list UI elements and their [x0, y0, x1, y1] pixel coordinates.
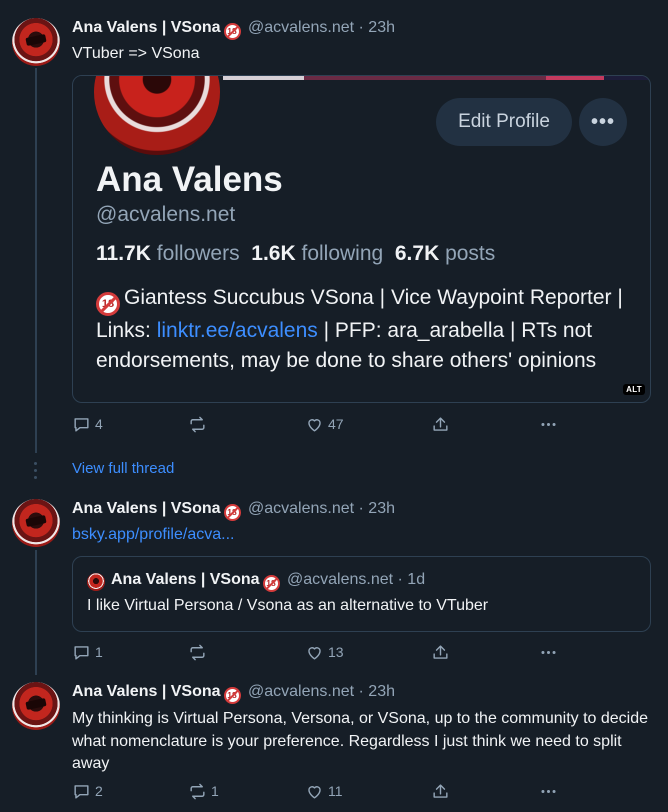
avatar[interactable]: [12, 682, 60, 730]
quote-header: Ana Valens | VSona 18 @acvalens.net · 1d: [111, 571, 425, 592]
profile-embed-card[interactable]: Edit Profile ••• Ana Valens @acvalens.ne…: [72, 75, 651, 403]
adult-content-icon: 18: [223, 504, 241, 521]
more-icon: [541, 422, 556, 426]
avatar[interactable]: [12, 499, 60, 547]
quote-author-name: Ana Valens | VSona: [111, 571, 260, 588]
post-link[interactable]: bsky.app/profile/acva...: [72, 524, 650, 547]
adult-content-icon: 18: [96, 292, 120, 316]
post-header: Ana Valens | VSona 18 @acvalens.net · 23h…: [72, 18, 650, 66]
repost-count: 1: [211, 783, 219, 799]
posts-label: posts: [445, 242, 496, 265]
profile-bio: 18 Giantess Succubus VSona | Vice Waypoin…: [96, 283, 631, 375]
author-name[interactable]: Ana Valens | VSona: [72, 500, 221, 517]
reply-button[interactable]: 4: [72, 413, 103, 435]
thread-line: [35, 550, 37, 675]
heart-icon: [308, 785, 321, 799]
more-options-icon: •••: [579, 98, 627, 146]
post-header: Ana Valens | VSona 18 @acvalens.net · 23h…: [72, 682, 650, 776]
edit-profile-button: Edit Profile: [436, 98, 572, 146]
share-icon: [433, 416, 448, 431]
share-button[interactable]: [431, 780, 450, 802]
reply-count: 4: [95, 416, 103, 432]
more-button[interactable]: [539, 780, 558, 802]
avatar[interactable]: [12, 18, 60, 66]
thread-line: [35, 68, 37, 453]
reply-count: 1: [95, 644, 103, 660]
like-count: 47: [328, 416, 344, 432]
profile-display-name: Ana Valens: [96, 160, 283, 199]
post-actions: 2 1 11: [72, 780, 562, 802]
reply-icon: [74, 645, 89, 660]
author-name[interactable]: Ana Valens | VSona: [72, 19, 221, 36]
post-actions: 1 13: [72, 641, 562, 663]
share-button[interactable]: [431, 413, 450, 435]
share-icon: [433, 783, 448, 798]
share-button[interactable]: [431, 641, 450, 663]
reply-button[interactable]: 1: [72, 641, 103, 663]
heart-icon: [308, 646, 321, 660]
quote-time: · 1d: [397, 571, 426, 588]
reply-icon: [74, 417, 89, 432]
profile-handle: @acvalens.net: [96, 203, 236, 226]
post-text: My thinking is Virtual Persona, Versona,…: [72, 710, 649, 772]
like-button[interactable]: 47: [305, 413, 344, 435]
author-name[interactable]: Ana Valens | VSona: [72, 683, 221, 700]
following-label: following: [301, 242, 384, 265]
repost-button[interactable]: 1: [188, 780, 219, 802]
profile-avatar: [91, 76, 223, 158]
reply-icon: [74, 784, 89, 799]
profile-stats: 11.7K followers 1.6K following 6.7K post…: [96, 242, 495, 266]
adult-content-icon: 18: [262, 575, 280, 592]
like-button[interactable]: 11: [305, 780, 343, 802]
repost-icon: [190, 644, 205, 660]
post-text: VTuber => VSona: [72, 45, 200, 62]
post-time[interactable]: · 23h: [359, 19, 395, 36]
reply-count: 2: [95, 783, 103, 799]
like-count: 13: [328, 644, 344, 660]
repost-button[interactable]: [188, 413, 211, 435]
like-button[interactable]: 13: [305, 641, 344, 663]
bio-link: linktr.ee/acvalens: [156, 319, 318, 342]
view-full-thread-link[interactable]: View full thread: [72, 460, 174, 477]
adult-content-icon: 18: [223, 23, 241, 40]
followers-label: followers: [156, 242, 240, 265]
like-count: 11: [328, 783, 343, 799]
adult-content-icon: 18: [223, 687, 241, 704]
more-icon: [541, 650, 556, 654]
quote-avatar: [87, 573, 105, 591]
reply-button[interactable]: 2: [72, 780, 103, 802]
repost-button[interactable]: [188, 641, 211, 663]
more-icon: [541, 789, 556, 793]
followers-count: 11.7K: [96, 242, 151, 265]
heart-icon: [308, 418, 321, 432]
post-time[interactable]: · 23h: [359, 500, 395, 517]
post-header: Ana Valens | VSona 18 @acvalens.net · 23h…: [72, 499, 650, 547]
author-handle[interactable]: @acvalens.net: [248, 683, 354, 700]
author-handle[interactable]: @acvalens.net: [248, 19, 354, 36]
posts-count: 6.7K: [394, 242, 440, 265]
quote-author-handle: @acvalens.net: [286, 571, 394, 588]
post-actions: 4 47: [72, 413, 562, 435]
repost-icon: [190, 783, 205, 799]
following-count: 1.6K: [251, 242, 296, 265]
post-time[interactable]: · 23h: [359, 683, 395, 700]
repost-icon: [190, 416, 205, 432]
quote-text: I like Virtual Persona / Vsona as an alt…: [87, 597, 489, 614]
share-icon: [433, 644, 448, 659]
more-button[interactable]: [539, 641, 558, 663]
author-handle[interactable]: @acvalens.net: [248, 500, 354, 517]
thread-ellipsis: [34, 462, 38, 483]
alt-text-badge[interactable]: ALT: [623, 384, 645, 395]
more-button[interactable]: [539, 413, 558, 435]
quote-post-card[interactable]: Ana Valens | VSona 18 @acvalens.net · 1d …: [72, 556, 651, 632]
